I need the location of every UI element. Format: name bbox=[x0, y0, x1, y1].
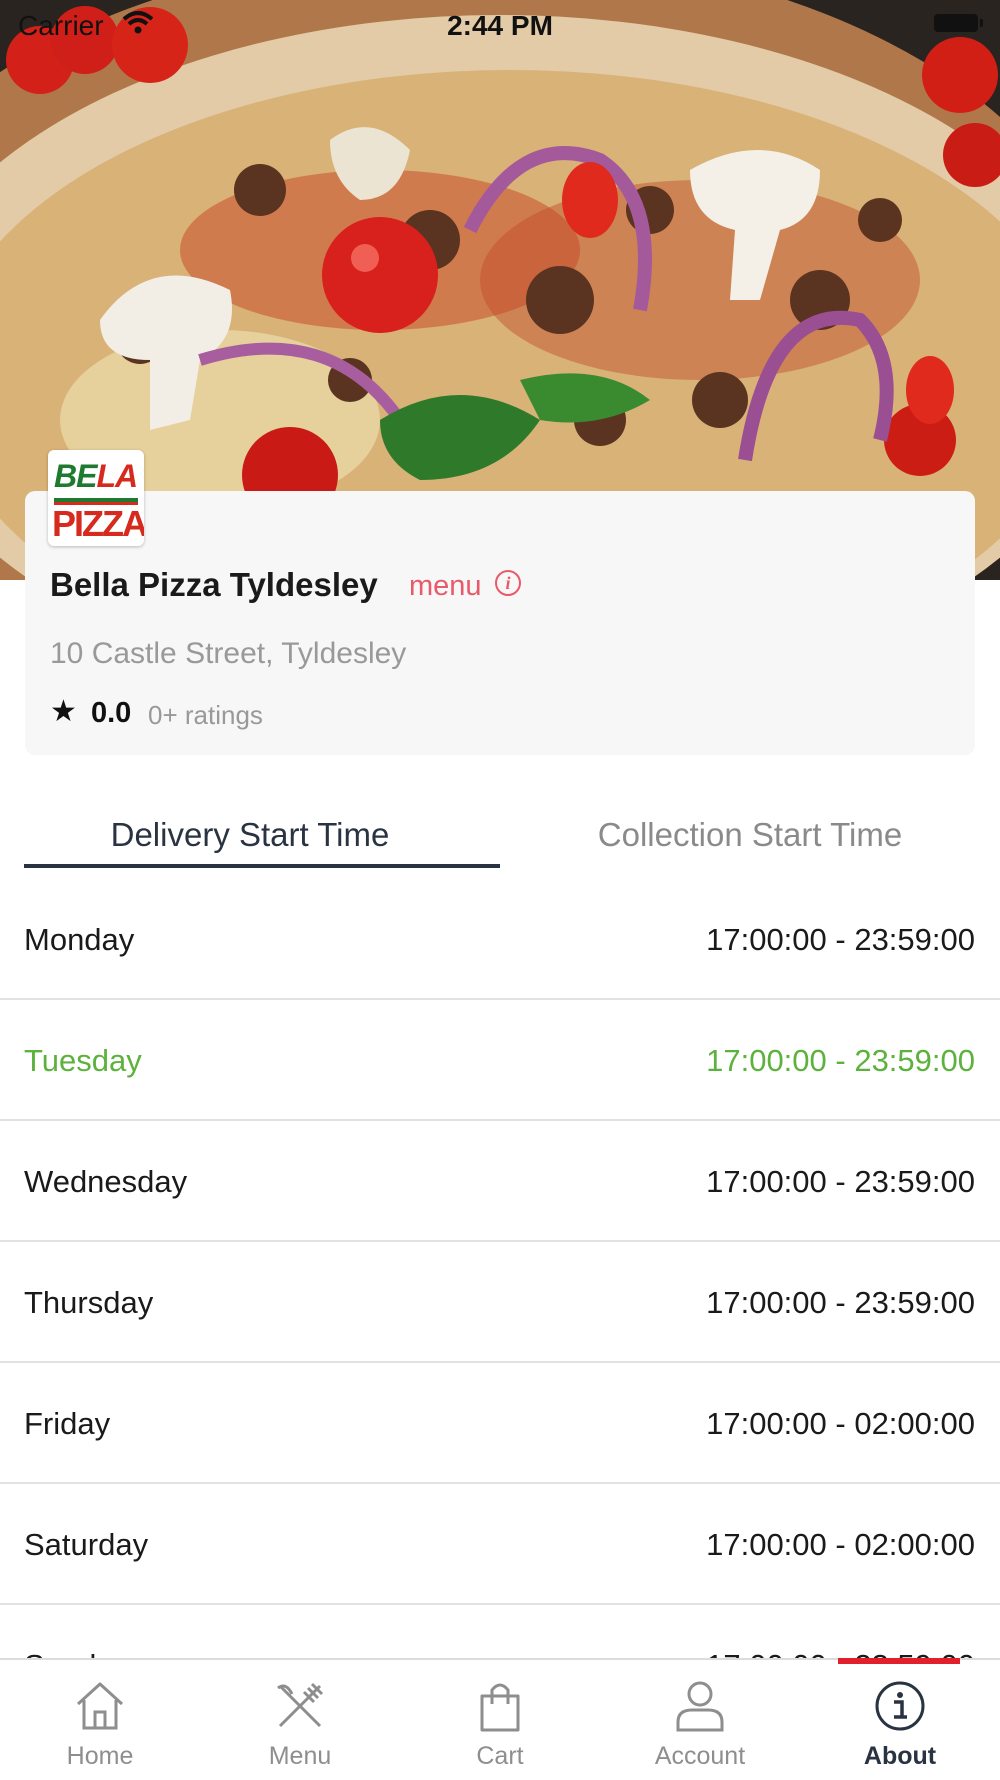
info-circle-icon bbox=[875, 1681, 925, 1731]
active-tab-indicator bbox=[24, 864, 500, 868]
hours-time: 17:00:00 - 23:59:00 bbox=[706, 1285, 975, 1320]
rating-count: 0+ ratings bbox=[148, 700, 263, 730]
hours-row-saturday: Saturday 17:00:00 - 02:00:00 bbox=[0, 1485, 1000, 1605]
hours-row-wednesday: Wednesday 17:00:00 - 23:59:00 bbox=[0, 1122, 1000, 1242]
nav-label: Cart bbox=[476, 1742, 524, 1770]
person-icon bbox=[676, 1681, 724, 1732]
nav-label: Menu bbox=[268, 1742, 332, 1770]
logo-bottom-text: PIZZA bbox=[52, 503, 144, 544]
info-icon[interactable]: i bbox=[495, 570, 521, 596]
tab-delivery-start-time[interactable]: Delivery Start Time bbox=[0, 810, 500, 870]
bottom-nav: Home Menu Cart Account About bbox=[0, 1658, 1000, 1780]
home-icon bbox=[76, 1682, 124, 1730]
hours-time: 17:00:00 - 23:59:00 bbox=[706, 1043, 975, 1078]
hours-time: 17:00:00 - 02:00:00 bbox=[706, 1406, 975, 1441]
restaurant-logo: BELA PIZZA bbox=[48, 450, 144, 546]
nav-item-home[interactable]: Home bbox=[0, 1660, 200, 1780]
hours-row-friday: Friday 17:00:00 - 02:00:00 bbox=[0, 1364, 1000, 1484]
nav-label: Account bbox=[654, 1742, 746, 1770]
nav-item-about[interactable]: About bbox=[800, 1660, 1000, 1780]
tab-collection-start-time[interactable]: Collection Start Time bbox=[500, 810, 1000, 870]
hours-day: Monday bbox=[24, 922, 135, 957]
hours-row-thursday: Thursday 17:00:00 - 23:59:00 bbox=[0, 1243, 1000, 1363]
battery-icon bbox=[934, 14, 983, 32]
shopping-bag-icon bbox=[480, 1683, 520, 1732]
hours-day: Wednesday bbox=[24, 1164, 188, 1199]
hours-time: 17:00:00 - 23:59:00 bbox=[706, 1164, 975, 1199]
hours-day: Thursday bbox=[24, 1285, 154, 1320]
hours-day: Saturday bbox=[24, 1527, 149, 1562]
nav-item-menu[interactable]: Menu bbox=[200, 1660, 400, 1780]
star-icon: ★ bbox=[50, 695, 77, 728]
hours-row-monday: Monday 17:00:00 - 23:59:00 bbox=[0, 880, 1000, 1000]
status-time: 2:44 PM bbox=[447, 10, 553, 41]
status-bar: Carrier 2:44 PM bbox=[0, 0, 1000, 52]
hours-time: 17:00:00 - 02:00:00 bbox=[706, 1527, 975, 1562]
nav-label: About bbox=[863, 1742, 937, 1770]
nav-item-cart[interactable]: Cart bbox=[400, 1660, 600, 1780]
hours-day: Tuesday bbox=[24, 1043, 142, 1078]
active-nav-indicator bbox=[838, 1658, 960, 1664]
nav-item-account[interactable]: Account bbox=[600, 1660, 800, 1780]
menu-link[interactable]: menu bbox=[409, 570, 482, 603]
restaurant-name: Bella Pizza Tyldesley bbox=[50, 566, 378, 603]
hours-time: 17:00:00 - 23:59:00 bbox=[706, 922, 975, 957]
nav-label: Home bbox=[66, 1742, 134, 1770]
restaurant-address: 10 Castle Street, Tyldesley bbox=[50, 637, 407, 670]
rating-value: 0.0 bbox=[91, 697, 132, 729]
hours-row-tuesday: Tuesday 17:00:00 - 23:59:00 bbox=[0, 1001, 1000, 1121]
hours-day: Friday bbox=[24, 1406, 111, 1441]
logo-top-text: BELA bbox=[54, 458, 138, 494]
fork-knife-icon bbox=[277, 1682, 324, 1728]
